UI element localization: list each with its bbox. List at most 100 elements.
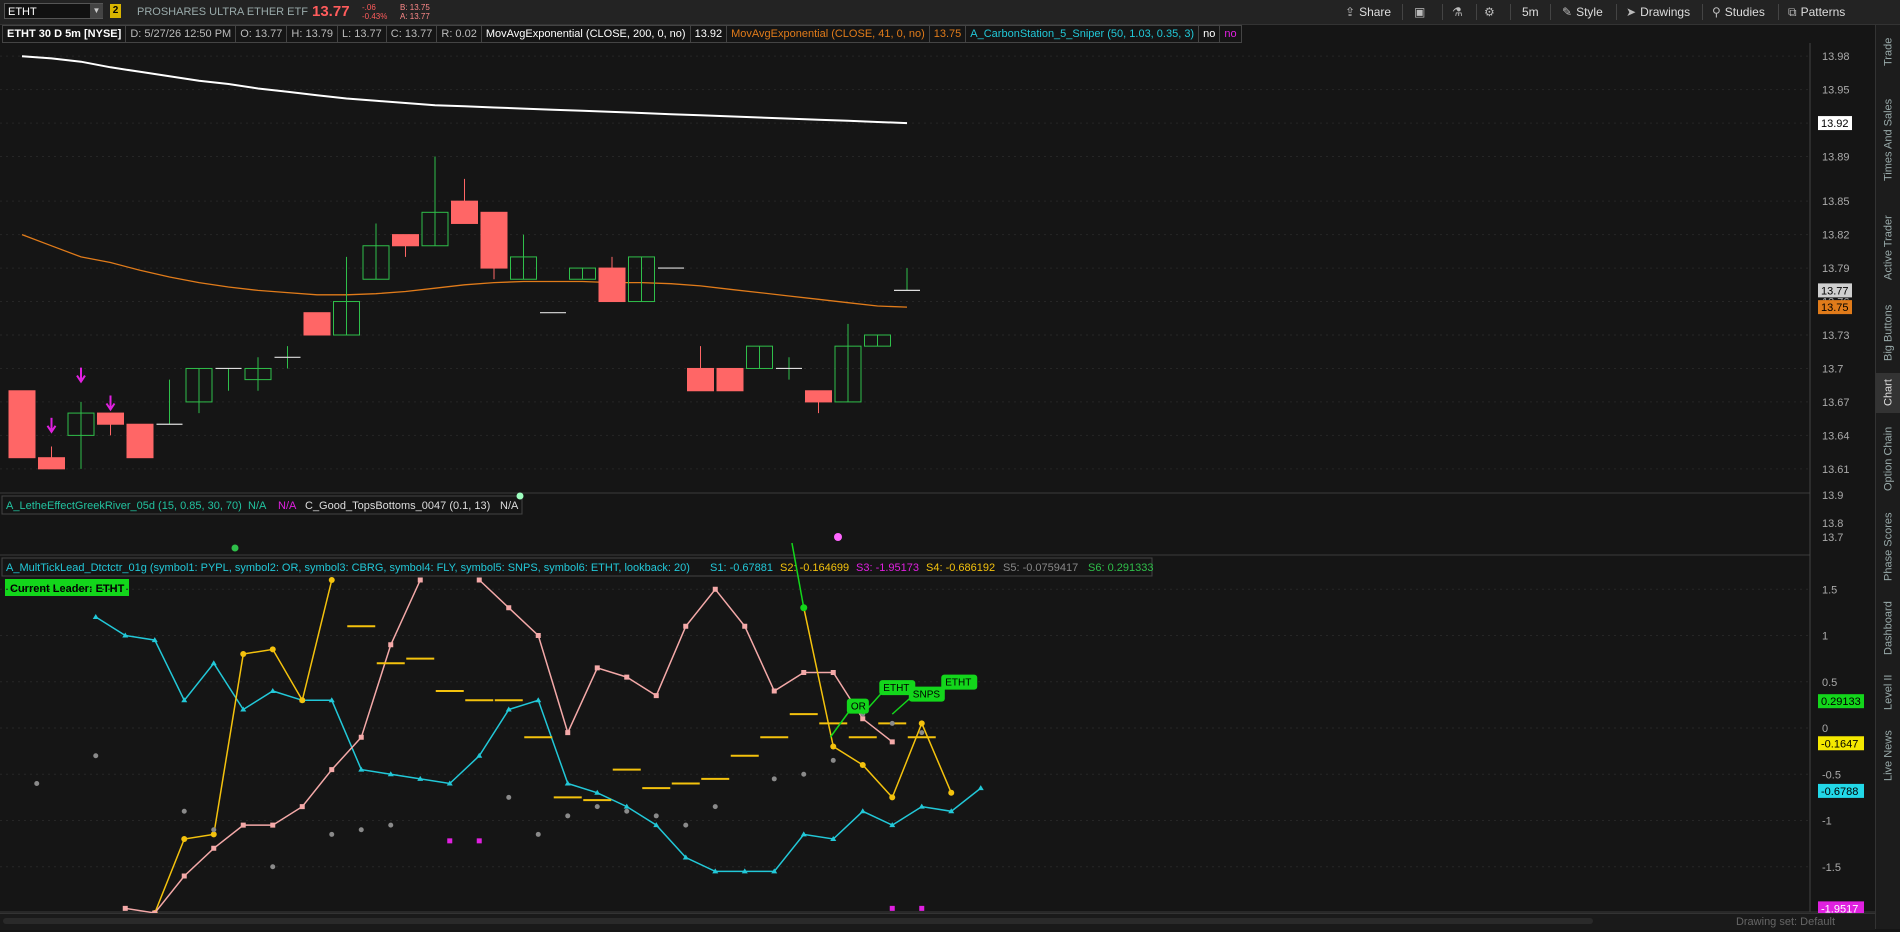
grey-dot — [388, 822, 394, 828]
link-group-badge[interactable]: 2 — [110, 4, 121, 18]
symbol-dropdown-icon[interactable]: ▼ — [90, 4, 103, 18]
pink-series-line — [478, 579, 893, 743]
divider — [1778, 4, 1779, 20]
chart-svg[interactable]: 13.9813.9513.9213.8913.8513.8213.7913.76… — [0, 25, 1875, 929]
studies-label: Studies — [1724, 5, 1765, 19]
sidebar-item-times-and-sales[interactable]: Times And Sales — [1876, 81, 1900, 199]
divider — [1402, 4, 1403, 20]
candle-body — [303, 312, 331, 336]
patterns-button[interactable]: ⧉ Patterns — [1788, 0, 1845, 24]
bar-date: D: 5/27/26 12:50 PM — [126, 25, 237, 43]
grey-dot — [801, 771, 807, 777]
bar-open: O: 13.77 — [236, 25, 288, 43]
symbol-input[interactable]: ETHT — [4, 3, 103, 19]
price-axis-tick: 13.89 — [1822, 152, 1850, 164]
sidebar-item-trade[interactable]: Trade — [1876, 27, 1900, 77]
magenta-square — [919, 905, 925, 911]
grey-dot — [535, 831, 541, 837]
last-price: 13.77 — [312, 3, 350, 20]
green-series-line — [791, 542, 805, 608]
study-dot — [516, 492, 524, 500]
last-price-tag: 13.77 — [1821, 285, 1849, 297]
cursor-icon: ➤ — [1626, 5, 1637, 19]
timeframe-button[interactable]: 5m — [1522, 0, 1539, 24]
grey-dot — [830, 757, 836, 763]
sniper-no-2: no — [1220, 25, 1242, 43]
tops-bottoms-label: C_Good_TopsBottoms_0047 (0.1, 13) — [305, 500, 490, 512]
osc-axis-tick: 0 — [1822, 723, 1828, 735]
lethe-study-panel: A_LetheEffectGreekRiver_05d (15, 0.85, 3… — [1, 490, 1843, 552]
patterns-label: Patterns — [1800, 5, 1846, 19]
ask-value: A: 13.77 — [400, 12, 430, 21]
instrument-name: PROSHARES ULTRA ETHER ETF — [137, 6, 308, 18]
price-change: -.06 -0.43% — [362, 3, 387, 21]
price-axis-tick: 13.79 — [1822, 263, 1850, 275]
bid-value: B: 13.75 — [400, 3, 430, 12]
grey-dot — [329, 831, 335, 837]
osc-axis-tick: -1 — [1822, 816, 1832, 828]
lethe-na-2: N/A — [278, 500, 297, 512]
sidebar-item-dashboard[interactable]: Dashboard — [1876, 593, 1900, 663]
drawing-set-label[interactable]: Drawing set: Default — [1736, 914, 1835, 930]
horizontal-scrollbar[interactable] — [3, 918, 1593, 924]
ma41-label[interactable]: MovAvgExponential (CLOSE, 41, 0, no) — [727, 25, 930, 43]
grey-dot — [506, 794, 512, 800]
lethe-na-1: N/A — [248, 500, 267, 512]
osc-axis-tick: 0.5 — [1822, 677, 1837, 689]
share-button[interactable]: ⇪ Share — [1345, 0, 1391, 24]
price-axis-tick: 13.67 — [1822, 397, 1850, 409]
price-axis-tick: 13.85 — [1822, 196, 1850, 208]
grey-dot — [771, 776, 777, 782]
ma200-value: 13.92 — [690, 25, 728, 43]
osc-axis-tick: 1 — [1822, 631, 1828, 643]
candle-body — [598, 267, 626, 303]
multtick-s2: S2: -0.164699 — [780, 562, 849, 574]
chart-title[interactable]: ETHT 30 D 5m [NYSE] — [2, 25, 127, 43]
ma200-label[interactable]: MovAvgExponential (CLOSE, 200, 0, no) — [481, 25, 691, 43]
ma41-price-tag: 13.75 — [1821, 302, 1849, 314]
candle-body — [8, 390, 36, 459]
top-toolbar: ETHT ▼ 2 PROSHARES ULTRA ETHER ETF 13.77… — [0, 0, 1900, 25]
price-axis: 13.9813.9513.9213.8913.8513.8213.7913.76… — [1818, 51, 1852, 476]
oscillator-axis: 1.510.50-0.5-1-1.50.29133-0.1647-0.6788-… — [1818, 584, 1864, 916]
style-button[interactable]: ✎ Style — [1562, 0, 1603, 24]
studies-button[interactable]: ⚲ Studies — [1712, 0, 1765, 24]
sidebar-item-level-ii[interactable]: Level II — [1876, 667, 1900, 717]
change-percent: -0.43% — [362, 12, 388, 21]
grey-dot — [919, 730, 925, 736]
candle-body — [716, 367, 744, 392]
gear-button[interactable]: ⚙ — [1484, 0, 1499, 24]
price-axis-tick: 13.64 — [1822, 430, 1850, 442]
sidebar-item-option-chain[interactable]: Option Chain — [1876, 417, 1900, 501]
sidebar-item-big-buttons[interactable]: Big Buttons — [1876, 297, 1900, 369]
sniper-study-label[interactable]: A_CarbonStation_5_Sniper (50, 1.03, 0.35… — [966, 25, 1200, 43]
price-axis-tick: 13.95 — [1822, 85, 1850, 97]
yellow-series-marker — [859, 762, 866, 768]
sidebar-item-active-trader[interactable]: Active Trader — [1876, 203, 1900, 293]
leader-tag: ETHT — [883, 683, 909, 694]
grey-dot — [34, 781, 40, 786]
right-sidebar: Trade Times And Sales Active Trader Big … — [1875, 25, 1900, 929]
grey-dot — [270, 864, 276, 870]
ma200-price-tag: 13.92 — [1821, 118, 1849, 130]
sniper-no-1: no — [1199, 25, 1221, 43]
grey-dot — [594, 804, 600, 810]
candle-body — [38, 457, 65, 470]
sidebar-item-phase-scores[interactable]: Phase Scores — [1876, 505, 1900, 589]
bar-close: C: 13.77 — [386, 25, 438, 43]
drawings-label: Drawings — [1640, 5, 1691, 19]
drawings-button[interactable]: ➤ Drawings — [1626, 0, 1690, 24]
gear-icon: ⚙ — [1484, 5, 1495, 19]
style-icon: ✎ — [1562, 5, 1573, 19]
oscillator-lines: OR ETHT SNPS ETHT — [0, 542, 1810, 916]
divider — [1616, 4, 1617, 20]
chart-area[interactable]: 13.9813.9513.9213.8913.8513.8213.7913.76… — [0, 25, 1875, 929]
sidebar-item-live-news[interactable]: Live News — [1876, 721, 1900, 791]
chart-settings-button[interactable]: ▣ — [1414, 0, 1429, 24]
divider — [1442, 4, 1443, 20]
bar-high: H: 13.79 — [287, 25, 339, 43]
sidebar-item-chart[interactable]: Chart — [1876, 373, 1900, 413]
bid-ask: B: 13.75 A: 13.77 — [400, 3, 430, 21]
flask-button[interactable]: ⚗ — [1452, 0, 1467, 24]
grey-dot — [683, 822, 689, 828]
